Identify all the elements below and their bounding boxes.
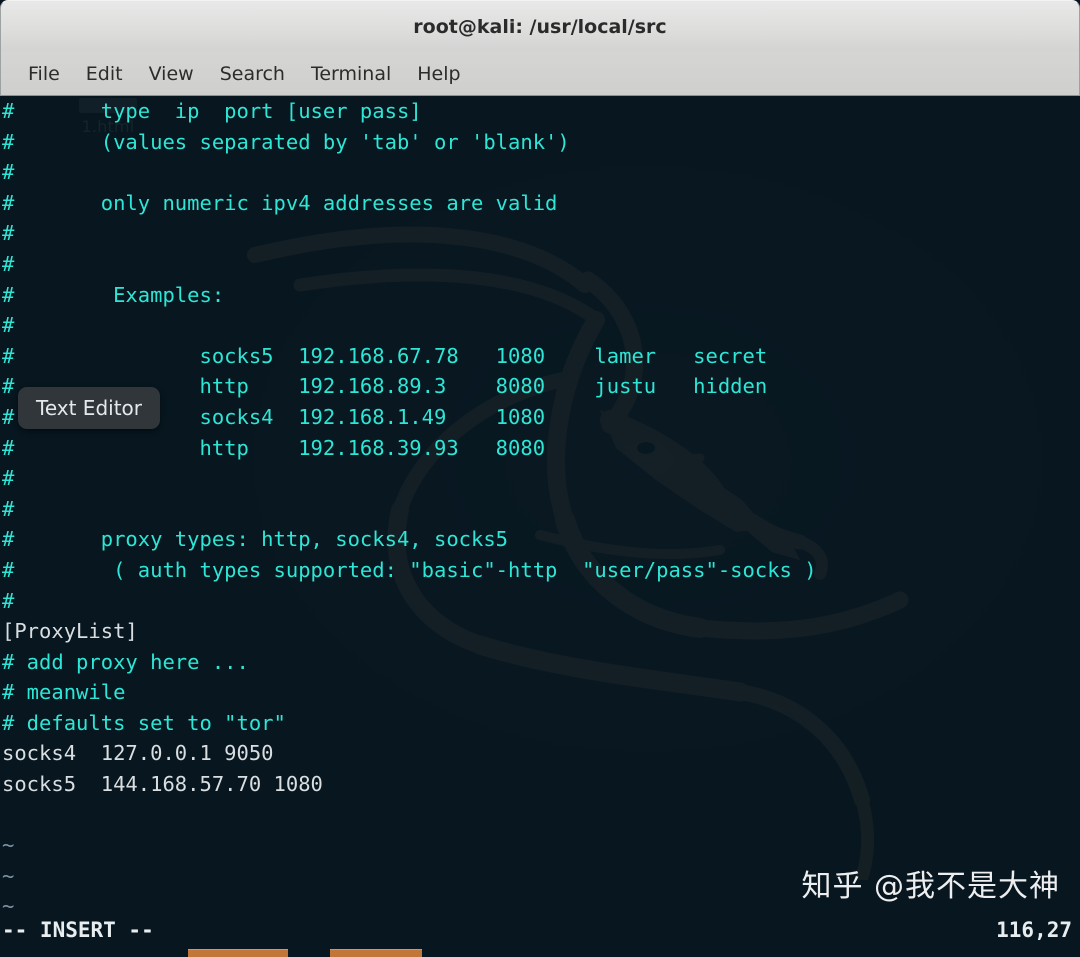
menu-item-search[interactable]: Search (207, 60, 298, 88)
editor-line: # http 192.168.39.93 8080 (2, 435, 546, 460)
editor-line: # (2, 466, 15, 491)
editor-line: # only numeric ipv4 addresses are valid (2, 190, 558, 215)
menu-item-view[interactable]: View (136, 60, 207, 88)
editor-line: # defaults set to "tor" (2, 710, 286, 735)
taskbar-indicator-1[interactable] (188, 949, 288, 957)
editor-line: # (2, 221, 15, 246)
menu-bar: File Edit View Search Terminal Help (0, 52, 1080, 96)
window-title: root@kali: /usr/local/src (413, 16, 667, 38)
editor-line: # type ip port [user pass] (2, 99, 422, 123)
editor-line: [ProxyList] (2, 619, 138, 644)
editor-line: # socks4 192.168.1.49 1080 (2, 404, 546, 429)
editor-line: # ( auth types supported: "basic"-http "… (2, 557, 817, 582)
vim-buffer[interactable]: # type ip port [user pass] # (values sepa… (0, 96, 1080, 922)
editor-line: # (2, 160, 15, 185)
editor-line: # Examples: (2, 282, 225, 307)
editor-line: # (2, 588, 15, 613)
screen: 1.html root@kali: /usr/local/src File Ed… (0, 0, 1080, 957)
vim-status-line: -- INSERT -- 116,27 (0, 915, 1080, 945)
editor-line: socks5 144.168.57.70 1080 (2, 772, 323, 797)
vim-mode-indicator: -- INSERT -- (2, 918, 154, 942)
editor-line: # add proxy here ... (2, 649, 249, 674)
terminal-window: root@kali: /usr/local/src File Edit View… (0, 0, 1080, 957)
taskbar[interactable] (0, 948, 1080, 957)
editor-line: ~ (2, 833, 15, 858)
editor-line: # (2, 251, 15, 276)
zhihu-watermark: 知乎 @我不是大神 (801, 869, 1060, 904)
editor-line: # proxy types: http, socks4, socks5 (2, 527, 509, 552)
editor-line: socks4 127.0.0.1 9050 (2, 741, 274, 766)
menu-item-file[interactable]: File (15, 60, 73, 88)
menu-item-terminal[interactable]: Terminal (298, 60, 404, 88)
taskbar-indicator-2[interactable] (330, 949, 422, 957)
menu-item-help[interactable]: Help (404, 60, 473, 88)
window-titlebar[interactable]: root@kali: /usr/local/src (0, 0, 1080, 52)
vim-cursor-position: 116,27 (996, 918, 1072, 942)
editor-line: # (2, 496, 15, 521)
terminal-body[interactable]: # type ip port [user pass] # (values sepa… (0, 96, 1080, 957)
editor-line: # meanwile (2, 680, 126, 705)
text-editor-tooltip: Text Editor (18, 387, 160, 429)
editor-line: # socks5 192.168.67.78 1080 lamer secret (2, 343, 768, 368)
menu-item-edit[interactable]: Edit (73, 60, 136, 88)
editor-line: # http 192.168.89.3 8080 justu hidden (2, 374, 768, 399)
editor-line: # (values separated by 'tab' or 'blank') (2, 129, 570, 154)
editor-line: # (2, 313, 15, 338)
